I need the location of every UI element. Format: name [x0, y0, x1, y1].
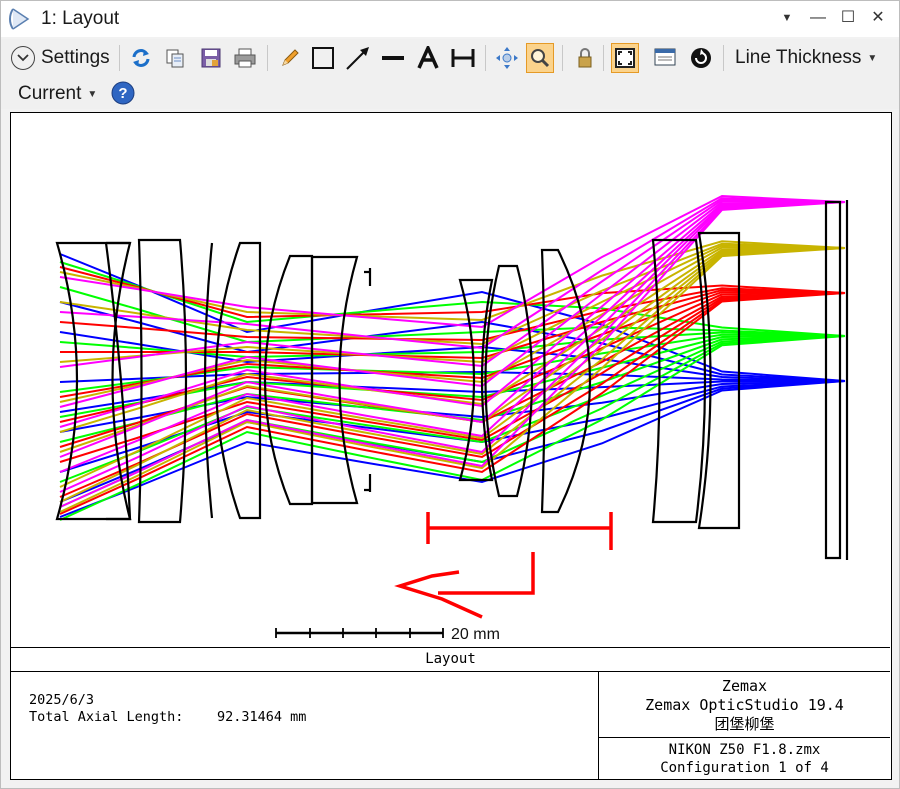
layout-plot[interactable]: 20 mm Layout 2025/6/3 Total Axial Length…	[10, 112, 892, 780]
scale-bar-label: 20 mm	[451, 626, 500, 643]
current-dropdown[interactable]: Current ▼	[18, 81, 97, 107]
lens-icon	[9, 8, 30, 30]
scale-bar	[275, 628, 444, 638]
ray-path	[59, 253, 846, 382]
toolbar-divider	[723, 45, 724, 71]
red-annotation	[394, 512, 613, 619]
copy-icon[interactable]	[161, 43, 189, 73]
info-block-file: NIKON Z50 F1.8.zmx Configuration 1 of 4	[599, 738, 890, 779]
minimize-button[interactable]: —	[807, 7, 829, 29]
pin-dropdown-icon[interactable]: ▼	[776, 7, 798, 29]
text-icon[interactable]	[414, 43, 442, 73]
company-name: Zemax	[721, 677, 768, 695]
info-block-company: Zemax Zemax OpticStudio 19.4 团堡柳堡	[599, 672, 890, 738]
ray-path	[59, 194, 846, 329]
caret-down-icon: ▼	[87, 88, 98, 100]
caret-down-icon: ▼	[867, 52, 878, 64]
svg-text:?: ?	[118, 85, 127, 102]
print-icon[interactable]	[231, 43, 259, 73]
current-label: Current	[18, 83, 82, 104]
close-button[interactable]: ✕	[867, 7, 889, 29]
line-thickness-label: Line Thickness	[735, 47, 862, 68]
chevron-down-icon	[11, 46, 35, 70]
lens-layout-canvas[interactable]: 20 mm	[11, 113, 890, 647]
configuration-text: Configuration 1 of 4	[660, 760, 829, 776]
plot-title-strip: Layout	[11, 647, 890, 672]
toolbar-divider	[603, 45, 604, 71]
line-thickness-dropdown[interactable]: Line Thickness ▼	[735, 43, 877, 73]
red-annotation-bracket	[426, 512, 613, 550]
ray-traces	[59, 194, 846, 521]
file-name: NIKON Z50 F1.8.zmx	[668, 742, 821, 758]
toolbar-divider	[562, 45, 563, 71]
product-name: Zemax OpticStudio 19.4	[645, 696, 844, 714]
total-axial-length-value: 92.31464 mm	[217, 709, 307, 725]
info-block-left: 2025/6/3 Total Axial Length: 92.31464 mm	[11, 672, 599, 779]
toolbar-divider	[485, 45, 486, 71]
toolbar-secondary: Current ▼ ?	[1, 77, 899, 109]
user-name: 团堡柳堡	[714, 715, 775, 733]
ray-path	[59, 335, 846, 508]
rectangle-icon[interactable]	[309, 43, 337, 73]
maximize-button[interactable]: ☐	[837, 7, 859, 29]
rotate-icon[interactable]	[687, 43, 715, 73]
lens-element	[310, 255, 359, 505]
arrow-icon[interactable]	[344, 43, 372, 73]
dimension-icon[interactable]	[449, 43, 477, 73]
title-bar[interactable]: 1: Layout ▼ — ☐ ✕	[1, 1, 899, 37]
toolbar-divider	[267, 45, 268, 71]
settings-button[interactable]: Settings	[11, 43, 110, 73]
line-icon[interactable]	[379, 43, 407, 73]
settings-label: Settings	[41, 47, 110, 68]
window-title: 1: Layout	[41, 8, 120, 29]
window-icon[interactable]	[651, 43, 679, 73]
toolbar-divider	[119, 45, 120, 71]
help-icon[interactable]: ?	[111, 81, 135, 105]
pencil-icon[interactable]	[276, 43, 304, 73]
fit-icon[interactable]	[611, 43, 639, 73]
layout-window: 1: Layout ▼ — ☐ ✕ Settings Line Thicknes…	[0, 0, 900, 789]
pan-icon[interactable]	[493, 43, 521, 73]
refresh-icon[interactable]	[127, 43, 155, 73]
lock-icon[interactable]	[571, 43, 599, 73]
lens-element	[214, 241, 262, 520]
toolbar: Settings Line Thickness ▼	[1, 39, 899, 77]
zoom-icon[interactable]	[526, 43, 554, 73]
ray-path	[59, 380, 846, 503]
total-axial-length-label: Total Axial Length:	[29, 709, 184, 725]
save-icon[interactable]	[197, 43, 225, 73]
date-text: 2025/6/3	[29, 692, 95, 708]
